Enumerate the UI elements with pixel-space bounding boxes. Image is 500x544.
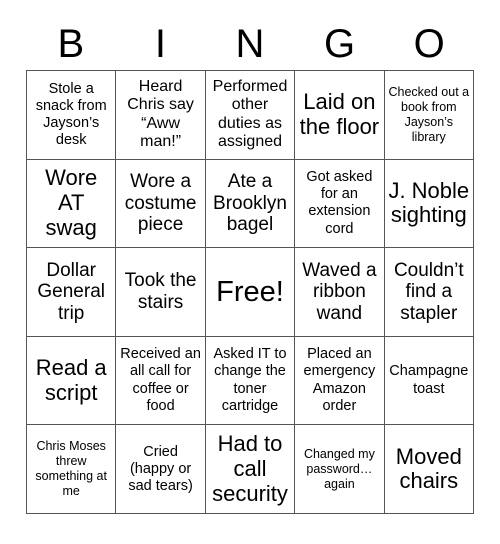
bingo-square-b1[interactable]: Stole a snack from Jayson’s desk (27, 71, 117, 160)
header-letter-o: O (413, 22, 445, 66)
bingo-square-label: Placed an emergency Amazon order (303, 346, 376, 414)
bingo-square-label: Waved a ribbon wand (302, 259, 377, 324)
bingo-square-label: Couldn’t find a stapler (393, 259, 464, 324)
bingo-square-g2[interactable]: Got asked for an extension cord (295, 159, 385, 249)
bingo-square-label: Received an all call for coffee or food (120, 346, 201, 414)
bingo-square-o3[interactable]: Couldn’t find a stapler (384, 248, 474, 337)
bingo-square-i2[interactable]: Wore a costume piece (116, 159, 206, 249)
bingo-square-label: Got asked for an extension cord (306, 169, 373, 237)
bingo-square-i3[interactable]: Took the stairs (116, 248, 206, 337)
bingo-square-n2[interactable]: Ate a Brooklyn bagel (205, 159, 296, 249)
bingo-square-label: Stole a snack from Jayson’s desk (35, 80, 107, 148)
bingo-header-row: B I N G O (26, 18, 474, 70)
bingo-square-label: Wore a costume piece (124, 170, 197, 236)
bingo-square-b3[interactable]: Dollar General trip (27, 248, 117, 337)
bingo-square-label: Dollar General trip (37, 259, 105, 324)
bingo-square-b4[interactable]: Read a script (27, 336, 117, 426)
bingo-square-i5[interactable]: Cried (happy or sad tears) (116, 425, 206, 514)
bingo-square-label: Heard Chris say “Aww man!” (127, 77, 194, 151)
bingo-square-label: Had to call security (212, 431, 288, 506)
bingo-square-label: Free! (216, 275, 284, 308)
bingo-square-o4[interactable]: Champagne toast (384, 336, 474, 426)
bingo-square-label: Checked out a book from Jayson’s library (388, 84, 470, 144)
bingo-square-label: Wore AT swag (45, 165, 98, 240)
bingo-square-n4[interactable]: Asked IT to change the toner cartridge (205, 336, 296, 426)
bingo-square-label: Cried (happy or sad tears) (128, 443, 193, 494)
bingo-square-i1[interactable]: Heard Chris say “Aww man!” (116, 71, 206, 160)
bingo-square-g4[interactable]: Placed an emergency Amazon order (295, 336, 385, 426)
bingo-square-b5[interactable]: Chris Moses threw something at me (27, 425, 117, 514)
header-letter-n: N (235, 22, 265, 66)
bingo-square-label: Laid on the floor (299, 89, 380, 139)
bingo-square-label: Champagne toast (389, 363, 469, 397)
bingo-square-label: Changed my password… again (303, 446, 375, 491)
bingo-square-o2[interactable]: J. Noble sighting (384, 159, 474, 249)
header-letter-g: G (324, 22, 356, 66)
header-letter-i: I (154, 22, 166, 66)
bingo-square-label: Asked IT to change the toner cartridge (213, 346, 287, 414)
bingo-square-label: Moved chairs (395, 443, 462, 494)
bingo-square-b2[interactable]: Wore AT swag (27, 159, 117, 249)
bingo-square-o1[interactable]: Checked out a book from Jayson’s library (384, 71, 474, 160)
bingo-square-label: Performed other duties as assigned (212, 77, 288, 151)
bingo-square-i4[interactable]: Received an all call for coffee or food (116, 336, 206, 426)
bingo-square-n3[interactable]: Free! (205, 248, 296, 337)
header-letter-b: B (57, 22, 85, 66)
bingo-card: B I N G O Stole a snack from Jayson’s de… (0, 0, 500, 544)
bingo-square-n5[interactable]: Had to call security (205, 425, 296, 514)
bingo-square-label: Took the stairs (124, 270, 197, 313)
bingo-square-label: Chris Moses threw something at me (35, 439, 107, 499)
bingo-square-n1[interactable]: Performed other duties as assigned (205, 71, 296, 160)
bingo-square-o5[interactable]: Moved chairs (384, 425, 474, 514)
bingo-square-label: J. Noble sighting (388, 177, 470, 228)
bingo-grid: Stole a snack from Jayson’s desk Heard Ch… (26, 70, 474, 514)
bingo-square-g1[interactable]: Laid on the floor (295, 71, 385, 160)
bingo-square-label: Ate a Brooklyn bagel (213, 170, 287, 236)
bingo-square-g5[interactable]: Changed my password… again (295, 425, 385, 514)
bingo-square-label: Read a script (35, 354, 107, 405)
bingo-square-g3[interactable]: Waved a ribbon wand (295, 248, 385, 337)
